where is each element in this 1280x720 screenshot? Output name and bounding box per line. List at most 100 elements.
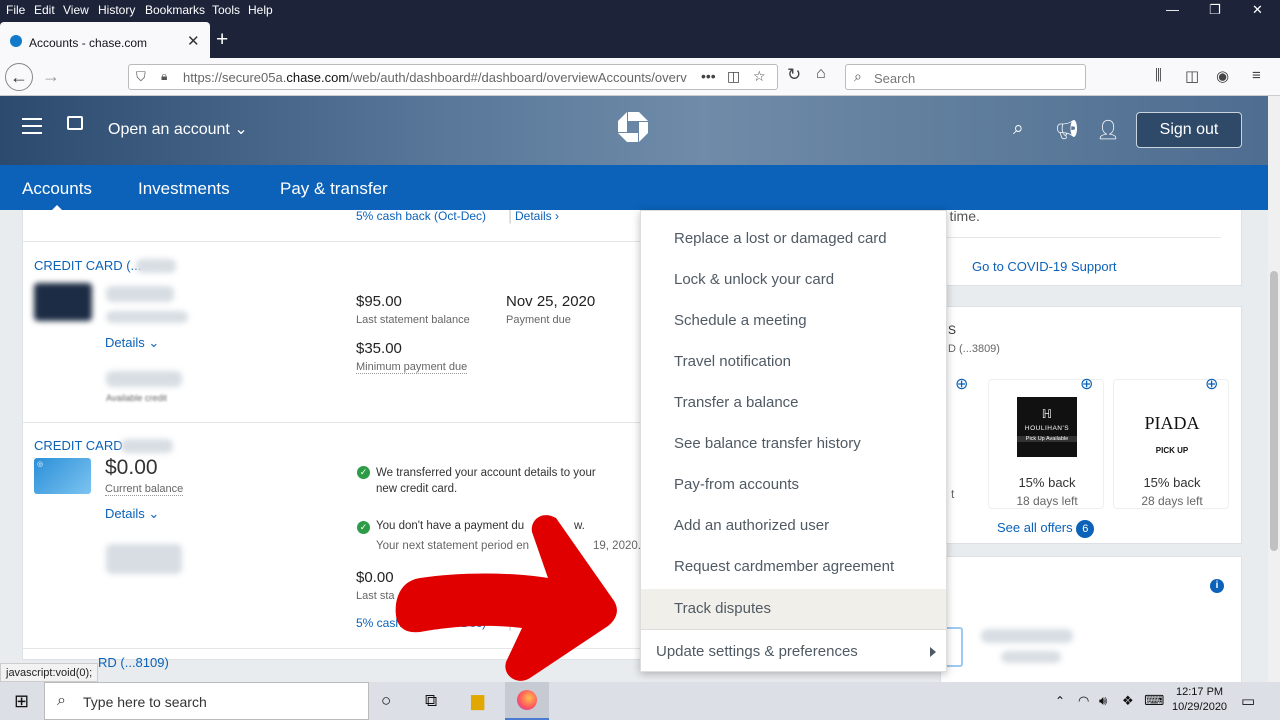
offers-title-tail: S bbox=[948, 323, 957, 337]
url-bar[interactable]: ⛉ 🔒︎ https://secure05a.chase.com/web/aut… bbox=[128, 64, 778, 90]
scrollbar-thumb[interactable] bbox=[1270, 271, 1278, 551]
clock-date: 10/29/2020 bbox=[1172, 701, 1228, 713]
menu-view[interactable]: View bbox=[63, 3, 89, 17]
taskbar-clock[interactable]: 12:17 PM 10/29/2020 bbox=[1172, 685, 1227, 715]
pocket-icon[interactable]: ◫ bbox=[727, 68, 740, 85]
menu-item-track-disputes[interactable]: Track disputes bbox=[674, 600, 771, 617]
search-icon[interactable]: ⌕ bbox=[1013, 118, 1024, 140]
browser-tab[interactable]: Accounts - chase.com ✕ bbox=[0, 22, 210, 58]
offer-houlihans[interactable]: ⊕ ℍ HOULIHAN'S Pick Up Available 15% bac… bbox=[988, 376, 1104, 509]
menu-file[interactable]: File bbox=[6, 3, 25, 17]
network-icon[interactable]: ◠ bbox=[1078, 693, 1089, 709]
top-cashback-link[interactable]: 5% cash back (Oct-Dec) bbox=[356, 210, 486, 223]
page-scrollbar[interactable] bbox=[1268, 96, 1280, 682]
home-icon[interactable]: ⌂ bbox=[816, 65, 826, 83]
maximize-icon[interactable]: ❐ bbox=[1209, 2, 1221, 18]
card2-details-link[interactable]: Details ⌄ bbox=[105, 506, 159, 522]
divider bbox=[23, 241, 643, 242]
menu-icon[interactable] bbox=[22, 118, 42, 139]
profile-icon[interactable]: 👤︎ bbox=[1096, 118, 1120, 142]
card1-due-date: Nov 25, 2020 bbox=[506, 293, 596, 310]
keyboard-icon[interactable]: ⌨ bbox=[1144, 692, 1164, 709]
firefox-icon bbox=[517, 690, 537, 710]
menu-help[interactable]: Help bbox=[248, 3, 273, 17]
taskbar-search-box[interactable]: ⌕ Type here to search bbox=[44, 682, 369, 720]
card2-title[interactable]: CREDIT CARD bbox=[34, 438, 123, 453]
close-tab-icon[interactable]: ✕ bbox=[187, 32, 200, 50]
tab-title: Accounts - chase.com bbox=[29, 36, 148, 50]
covid-support-link[interactable]: Go to COVID-19 Support bbox=[972, 259, 1117, 274]
menu-bookmarks[interactable]: Bookmarks bbox=[145, 3, 205, 17]
close-window-icon[interactable]: ✕ bbox=[1252, 2, 1263, 18]
chevron-down-icon: ⌄ bbox=[234, 121, 248, 138]
menu-item-replace-card[interactable]: Replace a lost or damaged card bbox=[674, 230, 887, 247]
menu-item-cardmember-agreement[interactable]: Request cardmember agreement bbox=[674, 558, 894, 575]
firefox-taskbar-button[interactable] bbox=[505, 682, 549, 720]
menu-item-authorized-user[interactable]: Add an authorized user bbox=[674, 517, 829, 534]
hamburger-menu-icon[interactable]: ≡ bbox=[1252, 67, 1261, 84]
task-view-icon[interactable]: ⧉ bbox=[425, 691, 437, 711]
offer-piada[interactable]: ⊕ PIADA PICK UP 15% back 28 days left bbox=[1113, 376, 1229, 509]
see-all-offers-link[interactable]: See all offers 6 bbox=[997, 520, 1095, 538]
taskbar-search-placeholder: Type here to search bbox=[83, 694, 207, 710]
add-offer-icon[interactable]: ⊕ bbox=[1080, 374, 1093, 394]
tab-accounts[interactable]: Accounts bbox=[22, 179, 92, 199]
minimize-icon[interactable]: — bbox=[1166, 2, 1179, 17]
shield-icon[interactable]: ⛉ bbox=[136, 69, 146, 85]
account-icon[interactable]: ◉ bbox=[1216, 67, 1229, 85]
chevron-down-icon: ⌄ bbox=[148, 506, 160, 521]
tab-investments[interactable]: Investments bbox=[138, 179, 230, 199]
menu-edit[interactable]: Edit bbox=[34, 3, 55, 17]
windows-start-icon[interactable]: ⊞ bbox=[14, 691, 29, 712]
menu-item-update-settings[interactable]: Update settings & preferences bbox=[656, 643, 858, 660]
menu-item-schedule-meeting[interactable]: Schedule a meeting bbox=[674, 312, 807, 329]
card1-min-payment-label[interactable]: Minimum payment due bbox=[356, 361, 468, 374]
notifications-icon[interactable]: ▭ bbox=[1241, 692, 1255, 710]
new-tab-icon[interactable]: + bbox=[216, 28, 228, 52]
menu-history[interactable]: History bbox=[98, 3, 135, 17]
library-icon[interactable]: ⫼ bbox=[1155, 67, 1162, 84]
file-explorer-icon[interactable]: ▆ bbox=[471, 691, 484, 711]
card1-details-link[interactable]: Details ⌄ bbox=[105, 335, 159, 351]
menu-item-pay-from-accounts[interactable]: Pay-from accounts bbox=[674, 476, 799, 493]
add-offer-icon[interactable]: ⊕ bbox=[1205, 374, 1218, 394]
search-icon: ⌕ bbox=[57, 692, 66, 709]
cortana-icon[interactable]: ○ bbox=[381, 691, 391, 711]
menu-item-travel-notification[interactable]: Travel notification bbox=[674, 353, 791, 370]
chat-icon[interactable] bbox=[67, 116, 83, 130]
card2-balance-label[interactable]: Current balance bbox=[105, 483, 184, 496]
info-icon[interactable]: i bbox=[1210, 579, 1224, 593]
card1-available-label: Available credit bbox=[106, 393, 167, 403]
bookmark-star-icon[interactable]: ☆ bbox=[753, 68, 766, 85]
search-bar[interactable]: ⌕ Search bbox=[845, 64, 1086, 90]
menu-item-transfer-balance[interactable]: Transfer a balance bbox=[674, 394, 799, 411]
sign-out-button[interactable]: Sign out bbox=[1136, 112, 1242, 148]
chase-favicon-icon bbox=[10, 35, 22, 47]
menu-tools[interactable]: Tools bbox=[212, 3, 240, 17]
card2-image: ◎ bbox=[34, 458, 91, 494]
page-actions-icon[interactable]: ••• bbox=[701, 68, 716, 84]
open-account-dropdown[interactable]: Open an account ⌄ bbox=[108, 119, 248, 139]
piada-logo: PIADA bbox=[1144, 413, 1200, 433]
menu-item-transfer-history[interactable]: See balance transfer history bbox=[674, 435, 861, 452]
card1-title[interactable]: CREDIT CARD (... bbox=[34, 258, 141, 273]
add-offer-icon[interactable]: ⊕ bbox=[955, 374, 968, 394]
chevron-up-icon[interactable]: ⌃ bbox=[1055, 694, 1065, 708]
windows-taskbar: ⊞ ⌕ Type here to search ○ ⧉ ▆ ⌃ ◠ 🔊︎ ❖ ⌨… bbox=[0, 682, 1280, 720]
top-details-link[interactable]: Details › bbox=[515, 210, 559, 223]
forward-icon[interactable]: → bbox=[42, 66, 60, 87]
dropbox-icon[interactable]: ❖ bbox=[1122, 693, 1134, 709]
tab-pay-transfer[interactable]: Pay & transfer bbox=[280, 179, 388, 199]
reload-icon[interactable]: ↻ bbox=[787, 65, 801, 85]
card3-title[interactable]: RD (...8109) bbox=[98, 655, 169, 670]
check-icon: ✓ bbox=[357, 521, 370, 534]
divider bbox=[23, 422, 643, 423]
submenu-arrow-icon bbox=[930, 647, 936, 657]
megaphone-icon[interactable]: 📢︎ bbox=[1055, 118, 1079, 142]
lock-icon[interactable]: 🔒︎ bbox=[161, 69, 167, 84]
back-icon[interactable]: ← bbox=[5, 63, 33, 91]
menu-item-lock-unlock[interactable]: Lock & unlock your card bbox=[674, 271, 834, 288]
covid-card: r time. Go to COVID-19 Support bbox=[940, 210, 1242, 286]
sidebar-icon[interactable]: ◫ bbox=[1185, 67, 1199, 85]
volume-icon[interactable]: 🔊︎ bbox=[1099, 693, 1107, 709]
